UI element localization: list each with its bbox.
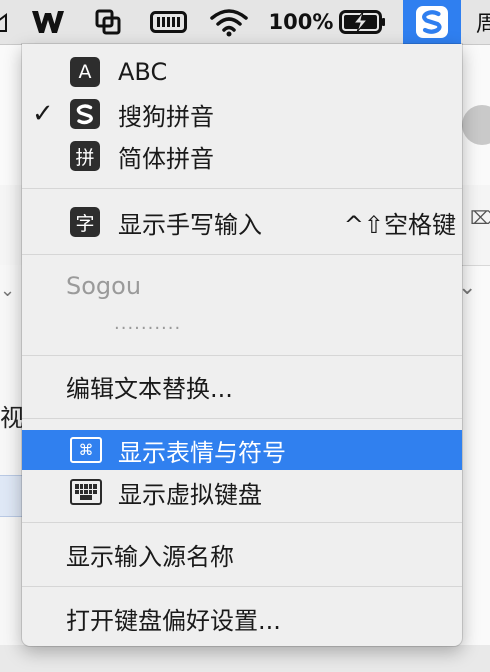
background-selected-field xyxy=(0,475,22,517)
menu-item-label: 显示虚拟键盘 xyxy=(118,480,262,509)
menu-separator xyxy=(22,418,462,419)
menu-item-abc[interactable]: A ABC xyxy=(22,52,462,92)
battery-percent: 100% xyxy=(268,10,334,34)
menu-separator xyxy=(22,188,462,189)
menu-item-label: 简体拼音 xyxy=(118,144,214,173)
placeholder-dots: ·········· xyxy=(114,317,182,339)
menu-separator xyxy=(22,522,462,523)
background-left-panel xyxy=(0,265,22,672)
sogou-input-icon xyxy=(70,99,100,129)
wifi-icon[interactable] xyxy=(206,0,252,44)
input-source-menu: A ABC ✓ 搜狗拼音 拼 简体拼音 字 显示手写输入 ^⇧空格键 Sogou… xyxy=(22,44,462,646)
background-text: 视 xyxy=(0,404,24,432)
menu-item-label: 搜狗拼音 xyxy=(118,102,214,131)
checkmark-icon: ✓ xyxy=(32,99,54,129)
menu-item-show-handwriting[interactable]: 字 显示手写输入 ^⇧空格键 xyxy=(22,202,462,242)
menu-item-label: 显示表情与符号 xyxy=(118,438,286,467)
menu-item-open-keyboard-preferences[interactable]: 打开键盘偏好设置... xyxy=(22,598,462,638)
wps-icon[interactable] xyxy=(28,0,68,44)
home-icon[interactable] xyxy=(0,0,10,44)
menu-section-title-sogou: Sogou xyxy=(22,266,462,306)
battery-charging-icon xyxy=(339,10,386,34)
menu-bar: 100% 周 xyxy=(0,0,490,45)
window-switch-icon[interactable] xyxy=(92,0,124,44)
keyboard-icon xyxy=(70,479,102,505)
menu-item-edit-text-replacement[interactable]: 编辑文本替换... xyxy=(22,366,462,406)
menu-separator xyxy=(22,355,462,356)
menu-separator xyxy=(22,254,462,255)
handwriting-icon: 字 xyxy=(70,207,100,237)
tag-icon[interactable]: ⌦ xyxy=(470,208,490,229)
emoji-viewer-icon: ⌘ xyxy=(70,437,102,463)
pinyin-input-icon: 拼 xyxy=(70,141,100,171)
keyboard-shortcut: ^⇧空格键 xyxy=(343,210,456,239)
menu-item-show-virtual-keyboard[interactable]: 显示虚拟键盘 xyxy=(22,472,462,512)
menu-item-sogou-pinyin[interactable]: ✓ 搜狗拼音 xyxy=(22,94,462,134)
menu-item-label: 打开键盘偏好设置... xyxy=(66,606,281,635)
battery-status-icon[interactable] xyxy=(148,0,190,44)
sogou-input-icon[interactable] xyxy=(403,0,461,44)
section-title: Sogou xyxy=(66,272,142,300)
menu-item-label: ABC xyxy=(118,58,168,86)
menu-item-show-emoji-symbols[interactable]: ⌘ 显示表情与符号 xyxy=(22,430,462,470)
menu-item-placeholder: ·········· xyxy=(22,308,462,348)
abc-input-icon: A xyxy=(70,57,100,87)
menu-item-label: 编辑文本替换... xyxy=(66,374,233,403)
menu-item-label: 显示输入源名称 xyxy=(66,542,234,571)
background-bottom-bar xyxy=(0,645,490,672)
menubar-clock[interactable]: 周 xyxy=(472,0,490,44)
menu-item-label: 显示手写输入 xyxy=(118,210,262,239)
battery-indicator[interactable]: 100% xyxy=(268,0,388,44)
chevron-down-icon[interactable]: ⌄ xyxy=(0,280,15,301)
menu-item-simplified-pinyin[interactable]: 拼 简体拼音 xyxy=(22,136,462,176)
menu-item-show-input-source-name[interactable]: 显示输入源名称 xyxy=(22,534,462,574)
menu-separator xyxy=(22,586,462,587)
